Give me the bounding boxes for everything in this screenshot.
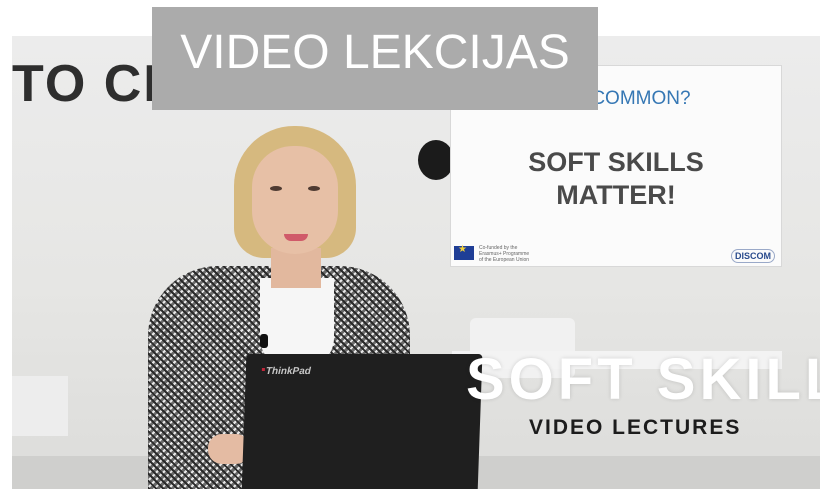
presenter-eye [270, 186, 282, 191]
banner-title: VIDEO LEKCIJAS [180, 26, 570, 79]
presenter-eye [308, 186, 320, 191]
wall-black-dot [418, 140, 454, 180]
laptop: ThinkPad [241, 354, 483, 489]
discom-logo: DISCOM [731, 249, 775, 263]
wall-lettering: TO CI [12, 55, 160, 113]
background-desk [12, 376, 68, 436]
presenter-neck [271, 248, 321, 288]
laptop-brand: ThinkPad [265, 366, 312, 377]
title-banner: VIDEO LEKCIJAS [152, 7, 598, 110]
microphone-icon [260, 334, 268, 348]
eu-flag-icon [454, 244, 474, 260]
laptop-led [261, 368, 265, 371]
overlay-title: SOFT SKILLS [466, 347, 820, 412]
eu-funding-note: Co-funded by the Erasmus+ Programme of t… [479, 245, 530, 263]
slide-headline: SOFT SKILLS MATTER! [528, 147, 704, 210]
overlay-subtitle: VIDEO LECTURES [529, 416, 742, 439]
presenter-mouth [284, 234, 308, 241]
